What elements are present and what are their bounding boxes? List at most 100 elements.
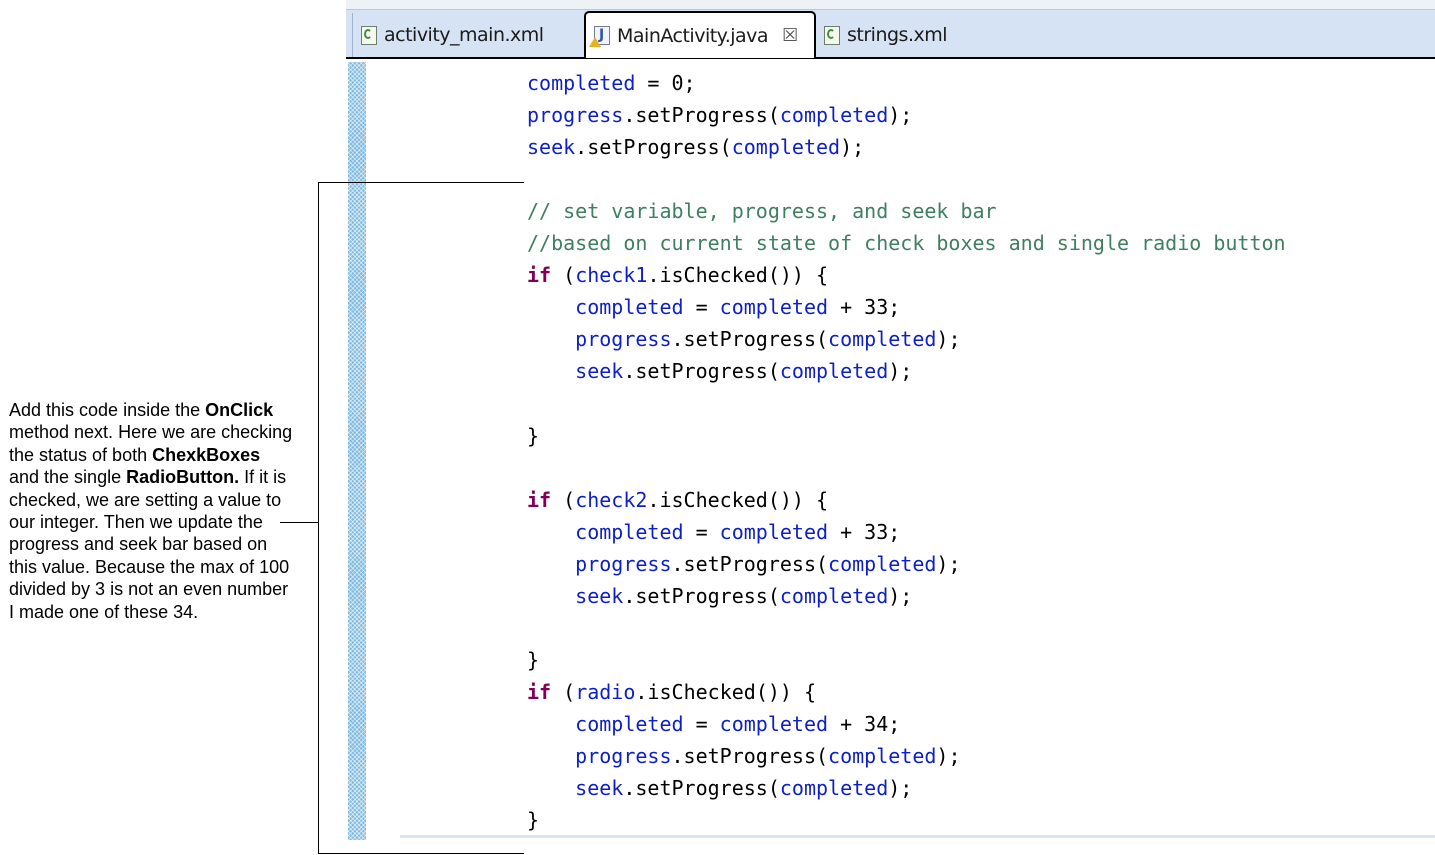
code-token: if	[527, 680, 552, 704]
code-token: completed	[575, 295, 684, 319]
code-line[interactable]: progress.setProgress(completed);	[527, 102, 912, 128]
code-line[interactable]: seek.setProgress(completed);	[527, 775, 912, 801]
code-token: completed	[779, 776, 889, 800]
code-token: completed	[575, 520, 684, 544]
code-line[interactable]: completed = completed + 34;	[527, 711, 900, 737]
code-token: completed	[719, 520, 829, 544]
code-token: );	[936, 327, 961, 351]
code-token: );	[888, 359, 913, 383]
warning-icon	[589, 37, 601, 47]
code-line[interactable]: completed = completed + 33;	[527, 294, 900, 320]
note-emphasis: OnClick	[205, 400, 274, 420]
tab-label: strings.xml	[847, 24, 948, 46]
code-token: completed	[779, 584, 889, 608]
code-token: }	[527, 808, 540, 832]
code-token: check2	[575, 488, 648, 512]
code-line[interactable]: completed = 0;	[527, 70, 696, 96]
code-token: );	[888, 776, 913, 800]
code-token: completed	[731, 135, 841, 159]
code-line[interactable]: }	[527, 647, 539, 673]
code-token: seek	[575, 584, 624, 608]
callout-bracket	[318, 182, 524, 854]
code-token: (	[551, 263, 576, 287]
code-token: );	[936, 552, 961, 576]
code-token: completed	[779, 103, 889, 127]
code-token: completed	[575, 712, 684, 736]
code-line[interactable]: seek.setProgress(completed);	[527, 358, 912, 384]
note-text: and the single	[9, 467, 127, 488]
code-line[interactable]: progress.setProgress(completed);	[527, 326, 961, 352]
code-token: }	[527, 648, 540, 672]
code-token: .setProgress(	[623, 584, 780, 608]
code-line[interactable]: }	[527, 423, 539, 449]
code-token: );	[888, 103, 913, 127]
code-token: .setProgress(	[671, 327, 829, 351]
code-line[interactable]: if (radio.isChecked()) {	[527, 679, 816, 705]
code-token: .isChecked()) {	[647, 263, 829, 287]
code-token: progress	[575, 744, 672, 768]
tab-main-activity-java[interactable]: J MainActivity.java ☒	[584, 11, 816, 58]
code-line[interactable]: // set variable, progress, and seek bar	[527, 198, 997, 224]
tab-strings-xml[interactable]: strings.xml	[816, 13, 1435, 57]
code-token: + 33;	[828, 295, 901, 319]
code-token: }	[527, 424, 540, 448]
code-token: completed	[719, 712, 829, 736]
note-emphasis: RadioButton.	[126, 467, 240, 488]
code-token: completed	[719, 295, 829, 319]
code-token: if	[527, 263, 552, 287]
code-token: completed	[779, 359, 889, 383]
code-line[interactable]: completed = completed + 33;	[527, 519, 900, 545]
code-line[interactable]: seek.setProgress(completed);	[527, 134, 864, 160]
code-token: completed	[828, 552, 937, 576]
note-text: If it is checked, we are setting a value…	[9, 467, 290, 622]
code-token: .setProgress(	[575, 135, 732, 159]
code-token: seek	[527, 135, 576, 159]
code-token: + 33;	[828, 520, 901, 544]
tab-label: activity_main.xml	[384, 24, 544, 46]
code-line[interactable]: seek.setProgress(completed);	[527, 583, 912, 609]
note-emphasis: ChexkBoxes	[152, 444, 261, 465]
xml-file-icon	[824, 25, 840, 45]
callout-note: Add this code inside the OnClick method …	[9, 399, 294, 623]
tab-activity-main-xml[interactable]: activity_main.xml	[352, 13, 584, 57]
java-file-warning-icon: J	[589, 26, 610, 47]
code-token: );	[888, 584, 913, 608]
code-token: //based on current state of check boxes …	[527, 231, 1286, 255]
code-token: =	[683, 712, 720, 736]
code-token: .setProgress(	[623, 103, 780, 127]
code-line[interactable]: //based on current state of check boxes …	[527, 230, 1286, 256]
code-token: + 34;	[828, 712, 901, 736]
code-token: .isChecked()) {	[647, 488, 829, 512]
code-token: .setProgress(	[623, 359, 780, 383]
code-token: = 0;	[635, 71, 696, 95]
code-token: seek	[575, 776, 624, 800]
code-token: .setProgress(	[671, 744, 829, 768]
code-token: =	[683, 520, 720, 544]
code-line[interactable]: progress.setProgress(completed);	[527, 743, 960, 769]
code-token: progress	[575, 327, 672, 351]
code-token: if	[527, 488, 552, 512]
code-token: radio	[575, 680, 636, 704]
code-token: (	[551, 680, 576, 704]
code-line[interactable]: progress.setProgress(completed);	[527, 551, 961, 577]
code-line[interactable]: if (check2.isChecked()) {	[527, 487, 828, 513]
code-token: check1	[575, 263, 648, 287]
xml-file-icon	[361, 25, 377, 45]
close-tab-icon[interactable]: ☒	[782, 25, 798, 46]
tab-label: MainActivity.java	[617, 24, 769, 47]
code-line[interactable]: if (check1.isChecked()) {	[527, 262, 828, 288]
tab-bar-divider	[346, 57, 1435, 59]
code-token: seek	[575, 359, 624, 383]
note-text: Add this code inside the	[9, 400, 206, 420]
code-token: =	[683, 295, 720, 319]
code-line[interactable]: }	[527, 807, 539, 833]
code-token: .isChecked()) {	[635, 680, 817, 704]
code-token: completed	[828, 327, 937, 351]
editor-bottom-border	[400, 835, 1435, 838]
